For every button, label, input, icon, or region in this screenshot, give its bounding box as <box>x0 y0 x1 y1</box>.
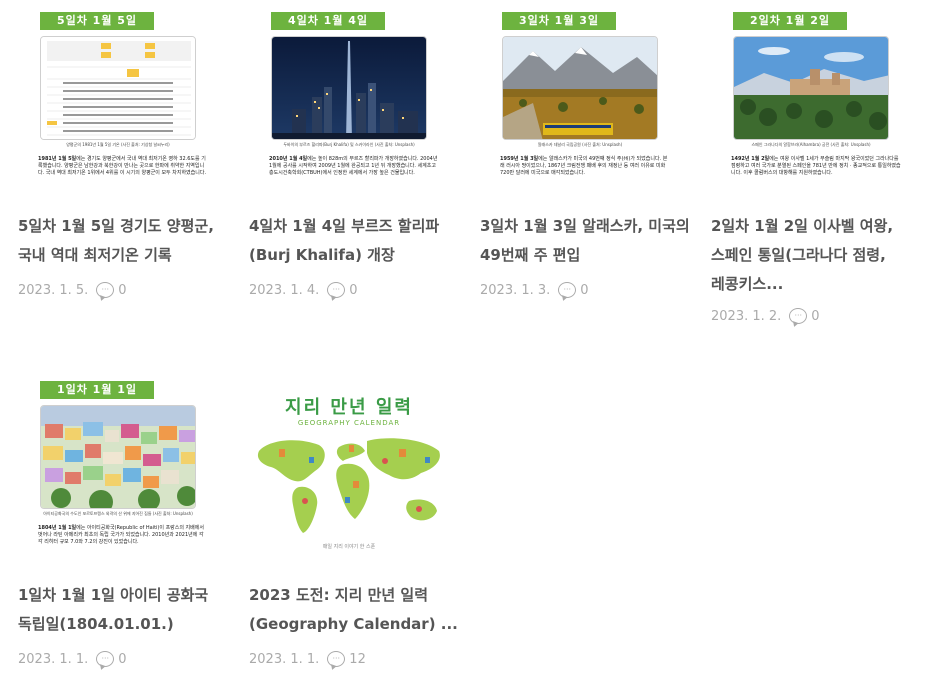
comment-number: 0 <box>118 282 127 298</box>
day-badge: 3일차 1월 3일 <box>502 12 616 30</box>
post-thumbnail[interactable]: 4일차 1월 4일 두바이의 부르즈 할리파(Burj Khalifa) 및 스… <box>249 12 449 202</box>
day-badge: 2일차 1월 2일 <box>733 12 847 30</box>
highlight-date: 2010년 1월 4일 <box>269 156 308 162</box>
thumbnail-text: 1981년 1월 5일에는 경기도 양평군에서 국내 역대 최저기온 영하 32… <box>38 156 208 177</box>
comment-bubble-icon: ··· <box>558 282 577 298</box>
post-date: 2023. 1. 4. <box>249 282 320 298</box>
post-meta: 2023. 1. 2. ··· 0 <box>711 308 820 324</box>
comment-number: 0 <box>349 282 358 298</box>
day-badge: 4일차 1월 4일 <box>271 12 385 30</box>
post-date: 2023. 1. 1. <box>249 651 320 667</box>
world-map-illustration <box>257 438 440 533</box>
calendar-title: 지리 만년 일력 <box>285 397 413 418</box>
comment-number: 12 <box>349 651 366 667</box>
post-title[interactable]: 4일차 1월 4일 부르즈 할리파(Burj Khalifa) 개장 <box>249 212 461 270</box>
post-meta: 2023. 1. 1. ··· 12 <box>249 651 366 667</box>
post-date: 2023. 1. 5. <box>18 282 89 298</box>
highlight-date: 1804년 1월 1일 <box>38 525 77 531</box>
haiti-photo <box>40 405 196 509</box>
burj-khalifa-photo <box>271 36 427 140</box>
comment-bubble-icon: ··· <box>327 651 346 667</box>
post-title[interactable]: 3일차 1월 3일 알래스카, 미국의 49번째 주 편입 <box>480 212 692 270</box>
comment-count[interactable]: ··· 0 <box>96 282 127 298</box>
thumbnail-text: 1492년 1월 2일에는 여왕 이사벨 1세가 무슬림 마지막 왕국이었던 그… <box>731 156 901 177</box>
comment-count[interactable]: ··· 0 <box>558 282 589 298</box>
image-caption: 두바이의 부르즈 할리파(Burj Khalifa) 및 스카이라인 (사진 출… <box>283 142 415 147</box>
post-meta: 2023. 1. 1. ··· 0 <box>18 651 127 667</box>
image-caption: 아이티공화국의 수도인 포르토프랭스 외곽의 산 위에 지어진 집들 (사진 출… <box>43 511 193 516</box>
image-caption: 양평군의 1981년 1월 5일 기온 (사진 출처: 기상청 날씨누리) <box>66 142 170 147</box>
comment-bubble-icon: ··· <box>789 308 808 324</box>
day-badge: 1일차 1월 1일 <box>40 381 154 399</box>
post-title[interactable]: 2023 도전: 지리 만년 일력 (Geography Calendar) .… <box>249 581 461 639</box>
comment-number: 0 <box>118 651 127 667</box>
thumbnail-text: 2010년 1월 4일에는 높이 828m의 부르즈 할리파가 개장하였습니다.… <box>269 156 439 177</box>
comment-number: 0 <box>811 308 820 324</box>
day-badge: 5일차 1월 5일 <box>40 12 154 30</box>
comment-bubble-icon: ··· <box>96 651 115 667</box>
post-thumbnail[interactable]: 3일차 1월 3일 알래스카 데날리 국립공원 (사진 출처: Unsplash… <box>480 12 680 202</box>
comment-bubble-icon: ··· <box>327 282 346 298</box>
alhambra-photo <box>733 36 889 140</box>
highlight-date: 1492년 1월 2일 <box>731 156 770 162</box>
post-date: 2023. 1. 2. <box>711 308 782 324</box>
comment-bubble-icon: ··· <box>96 282 115 298</box>
image-caption: 알래스카 데날리 국립공원 (사진 출처: Unsplash) <box>537 142 623 147</box>
thumbnail-text: 1804년 1월 1일에는 아이티공화국(Republic of Haiti)이… <box>38 525 208 546</box>
post-date: 2023. 1. 1. <box>18 651 89 667</box>
alaska-photo <box>502 36 658 140</box>
highlight-date: 1959년 1월 3일 <box>500 156 539 162</box>
post-date: 2023. 1. 3. <box>480 282 551 298</box>
comment-number: 0 <box>580 282 589 298</box>
comment-count[interactable]: ··· 12 <box>327 651 366 667</box>
post-title[interactable]: 2일차 1월 2일 이사벨 여왕, 스페인 통일(그라나다 점령, 레콩키스..… <box>711 212 923 299</box>
image-caption: 스페인 그라나다의 알함브라(Alhambra) 궁전 (사진 출처: Unsp… <box>751 142 871 147</box>
post-thumbnail[interactable]: 2일차 1월 2일 스페인 그라나다의 알함브라(Alhambra) 궁전 (사… <box>711 12 911 202</box>
thumbnail-text: 1959년 1월 3일에는 알래스카가 미국의 49번째 정식 주(州)가 되었… <box>500 156 670 177</box>
post-title[interactable]: 5일차 1월 5일 경기도 양평군, 국내 역대 최저기온 기록 <box>18 212 230 270</box>
comment-count[interactable]: ··· 0 <box>96 651 127 667</box>
post-meta: 2023. 1. 3. ··· 0 <box>480 282 589 298</box>
comment-count[interactable]: ··· 0 <box>327 282 358 298</box>
post-meta: 2023. 1. 4. ··· 0 <box>249 282 358 298</box>
calendar-subtitle: GEOGRAPHY CALENDAR <box>297 419 401 427</box>
temperature-table-image <box>40 36 196 140</box>
post-meta: 2023. 1. 5. ··· 0 <box>18 282 127 298</box>
post-thumbnail[interactable]: 지리 만년 일력 GEOGRAPHY CALENDAR 매일 지리 이야기 한 … <box>249 381 449 571</box>
post-thumbnail[interactable]: 5일차 1월 5일 양평군의 1981년 1월 5일 기온 (사진 출처: 기상… <box>18 12 218 202</box>
calendar-footer: 매일 지리 이야기 한 스푼 <box>322 544 376 550</box>
highlight-date: 1981년 1월 5일 <box>38 156 77 162</box>
post-title[interactable]: 1일차 1월 1일 아이티 공화국 독립일(1804.01.01.) <box>18 581 230 639</box>
comment-count[interactable]: ··· 0 <box>789 308 820 324</box>
post-thumbnail[interactable]: 1일차 1월 1일 아이티공화국의 수도인 포르토프랭스 외곽의 산 위에 지어… <box>18 381 218 571</box>
